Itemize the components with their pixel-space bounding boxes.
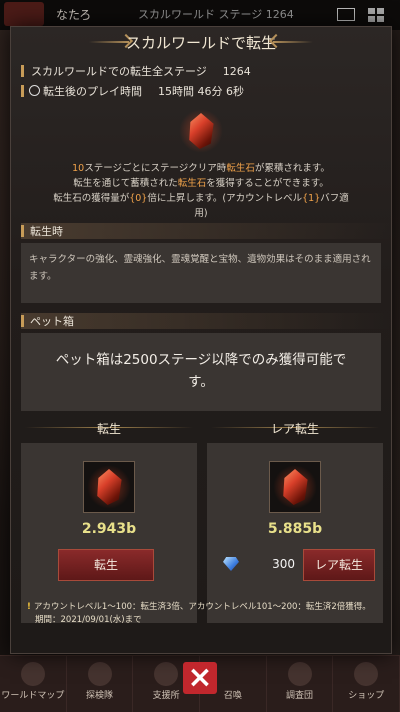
item-frame (83, 461, 135, 513)
rare-rebirth-cost: 300 (272, 557, 295, 571)
desc-line-4: 用) (194, 208, 208, 219)
rebirth-modal: スカルワールドで転生 スカルワールドでの転生全ステージ 1264 転生後のプレイ時… (10, 26, 392, 654)
menu-grid-icon[interactable] (368, 8, 384, 22)
rebirth-section-box: キャラクターの強化、霊魂強化、霊魂覚醒と宝物、遺物効果はそのまま適用されます。 (21, 243, 381, 303)
rare-rebirth-panel: 5.885b 300 レア転生 (207, 443, 383, 623)
pet-text-line-1: ペット箱は2500ステージ以降でのみ獲得可能で (55, 352, 347, 368)
note-line-2: 期間：2021/09/01(水)まで (35, 615, 142, 625)
nav-expedition[interactable]: 探検隊 (67, 656, 134, 712)
nav-label: ショップ (348, 691, 385, 701)
nav-world-map[interactable]: ワールドマップ (0, 656, 67, 712)
warning-icon: ! (27, 602, 31, 612)
rebirth-description: 10ステージごとにステージクリア時転生石が累積されます。 転生を通じて蓄積された… (31, 161, 371, 221)
rebirth-section-text: キャラクターの強化、霊魂強化、霊魂覚醒と宝物、遺物効果はそのまま適用されます。 (29, 254, 371, 282)
playtime-label: 転生後のプレイ時間 (43, 85, 142, 98)
event-note: ! アカウントレベル1～100：転生済3倍、アカウントレベル101～200：転生済… (27, 601, 385, 627)
note-line-1: ! アカウントレベル1～100：転生済3倍、アカウントレベル101～200：転生済… (27, 602, 371, 612)
research-icon (287, 662, 312, 686)
rebirth-section-title: 転生時 (21, 223, 391, 239)
shop-icon (354, 662, 379, 686)
row-marker (21, 65, 24, 77)
modal-title: スカルワールドで転生 (125, 34, 276, 52)
row-marker (21, 85, 24, 97)
nav-research[interactable]: 調査団 (267, 656, 334, 712)
rebirth-amount: 2.943b (81, 521, 137, 537)
pet-section-box: ペット箱は2500ステージ以降でのみ獲得可能で す。 (21, 333, 381, 411)
rare-rebirth-amount: 5.885b (267, 521, 323, 537)
item-frame (269, 461, 321, 513)
rebirth-button[interactable]: 転生 (58, 549, 154, 581)
title-ornament-right (273, 41, 313, 43)
pet-text-line-2: す。 (188, 374, 214, 390)
rebirth-title: 転生 (96, 422, 121, 436)
desc-line-3: 転生石の獲得量が{0}倍に上昇します。(アカウントレベル{1}バフ適 (53, 193, 349, 204)
support-icon (154, 662, 179, 686)
rebirth-stone-icon (179, 109, 223, 153)
all-stages-label: スカルワールドでの転生全ステージ (31, 65, 207, 78)
rare-rebirth-title: レア転生 (270, 422, 319, 436)
diamond-icon (223, 557, 239, 571)
pet-section-title: ペット箱 (21, 313, 391, 329)
desc-line-1: 10ステージごとにステージクリア時転生石が累積されます。 (72, 163, 330, 174)
rebirth-stone-icon (273, 465, 317, 509)
world-map-icon (20, 662, 45, 686)
nav-label: 探検隊 (86, 691, 114, 701)
rebirth-panel: 2.943b 転生 (21, 443, 197, 623)
desc-line-2: 転生を通じて蓄積された転生石を獲得することができます。 (73, 178, 329, 189)
nav-label: 調査団 (286, 691, 314, 701)
playtime-value: 15時間 46分 6秒 (158, 85, 244, 98)
guild-emblem-icon[interactable] (4, 2, 44, 26)
expedition-icon (87, 662, 112, 686)
nav-label: ワールドマップ (1, 691, 65, 701)
playtime-row: 転生後のプレイ時間 15時間 46分 6秒 (29, 83, 244, 99)
all-stages-value: 1264 (222, 65, 251, 78)
stage-info: スカルワールド ステージ 1264 (138, 8, 294, 21)
all-stages-row: スカルワールドでの転生全ステージ 1264 (31, 63, 251, 79)
nav-shop[interactable]: ショップ (333, 656, 400, 712)
clock-icon (29, 85, 40, 96)
player-name: なたろ (56, 8, 92, 22)
close-button[interactable]: × (183, 662, 217, 694)
rebirth-stone-icon (87, 465, 131, 509)
rare-rebirth-button[interactable]: レア転生 (303, 549, 375, 581)
mail-icon[interactable] (337, 8, 355, 21)
